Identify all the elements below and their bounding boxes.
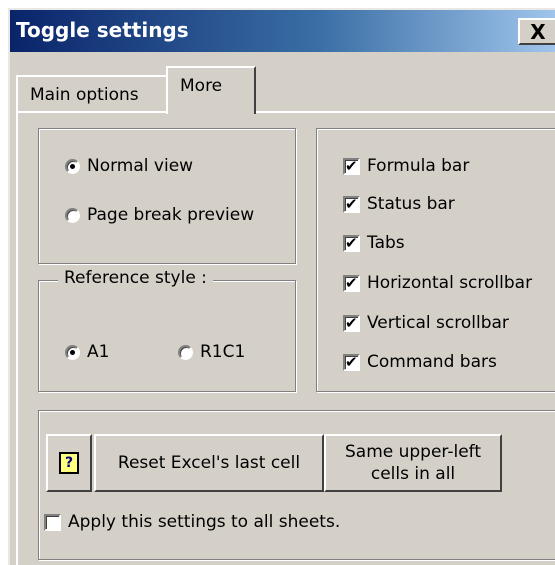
radio-r1c1-label: R1C1: [200, 342, 246, 362]
radio-a1-button[interactable]: [65, 344, 80, 360]
reset-last-cell-label: Reset Excel's last cell: [117, 453, 301, 473]
check-icon: ✔: [345, 156, 358, 175]
radio-normal-view[interactable]: Normal view: [65, 156, 193, 176]
check-icon: ✔: [345, 352, 358, 371]
checkbox-command-bars-box[interactable]: ✔: [343, 352, 360, 371]
tab-main-options[interactable]: Main options: [16, 75, 170, 113]
checkbox-status-bar-label: Status bar: [367, 194, 455, 214]
checkbox-horizontal-scrollbar-box[interactable]: ✔: [343, 273, 360, 292]
help-icon: ?: [59, 452, 79, 474]
radio-page-break-preview-label: Page break preview: [87, 205, 255, 225]
close-icon: X: [530, 19, 546, 44]
same-cells-label-line2: cells in all: [370, 464, 456, 484]
radio-a1-label: A1: [87, 342, 110, 362]
radio-normal-view-button[interactable]: [65, 158, 80, 174]
reference-style-legend: Reference style :: [58, 268, 213, 288]
check-icon: ✔: [345, 194, 358, 213]
checkbox-tabs[interactable]: ✔ Tabs: [343, 233, 405, 253]
check-icon: ✔: [345, 233, 358, 252]
tab-panel-left-edge: [16, 111, 18, 565]
checkbox-vertical-scrollbar[interactable]: ✔ Vertical scrollbar: [343, 313, 509, 333]
checkbox-command-bars-label: Command bars: [367, 352, 497, 372]
toggle-settings-dialog: Toggle settings X Main options More Norm…: [8, 8, 555, 565]
checkbox-status-bar[interactable]: ✔ Status bar: [343, 194, 455, 214]
radio-page-break-preview-button[interactable]: [65, 207, 80, 223]
checkbox-horizontal-scrollbar[interactable]: ✔ Horizontal scrollbar: [343, 273, 532, 293]
checkbox-formula-bar[interactable]: ✔ Formula bar: [343, 156, 469, 176]
checkbox-vertical-scrollbar-box[interactable]: ✔: [343, 313, 360, 332]
checkbox-apply-all-sheets-box[interactable]: [44, 513, 61, 531]
checkbox-apply-all-sheets[interactable]: Apply this settings to all sheets.: [44, 512, 340, 532]
tab-more[interactable]: More: [166, 66, 256, 114]
same-cells-label-line1: Same upper-left: [344, 442, 482, 462]
radio-a1[interactable]: A1: [65, 342, 109, 362]
tab-more-label: More: [180, 76, 223, 96]
checkbox-tabs-box[interactable]: ✔: [343, 233, 360, 252]
reference-style-group: [38, 280, 296, 392]
checkbox-command-bars[interactable]: ✔ Command bars: [343, 352, 497, 372]
checkbox-formula-bar-label: Formula bar: [367, 156, 470, 176]
checkbox-horizontal-scrollbar-label: Horizontal scrollbar: [367, 273, 533, 293]
view-mode-group: [38, 128, 296, 264]
title-bar[interactable]: Toggle settings X: [10, 10, 555, 52]
checkbox-tabs-label: Tabs: [367, 233, 405, 253]
window-title: Toggle settings: [16, 18, 189, 42]
reset-last-cell-button[interactable]: Reset Excel's last cell: [94, 434, 324, 492]
help-button[interactable]: ?: [46, 434, 92, 492]
same-upper-left-cells-button[interactable]: Same upper-left cells in all: [324, 434, 502, 492]
check-icon: ✔: [345, 273, 358, 292]
tab-main-options-label: Main options: [30, 85, 139, 105]
tab-panel-top-edge: [16, 111, 555, 113]
radio-r1c1-button[interactable]: [178, 344, 193, 360]
checkbox-formula-bar-box[interactable]: ✔: [343, 156, 360, 175]
checkbox-apply-all-sheets-label: Apply this settings to all sheets.: [68, 512, 341, 532]
check-icon: ✔: [345, 313, 358, 332]
checkbox-vertical-scrollbar-label: Vertical scrollbar: [367, 313, 509, 333]
radio-page-break-preview[interactable]: Page break preview: [65, 205, 254, 225]
checkbox-status-bar-box[interactable]: ✔: [343, 194, 360, 213]
radio-normal-view-label: Normal view: [87, 156, 194, 176]
radio-r1c1[interactable]: R1C1: [178, 342, 245, 362]
close-button[interactable]: X: [518, 18, 555, 45]
